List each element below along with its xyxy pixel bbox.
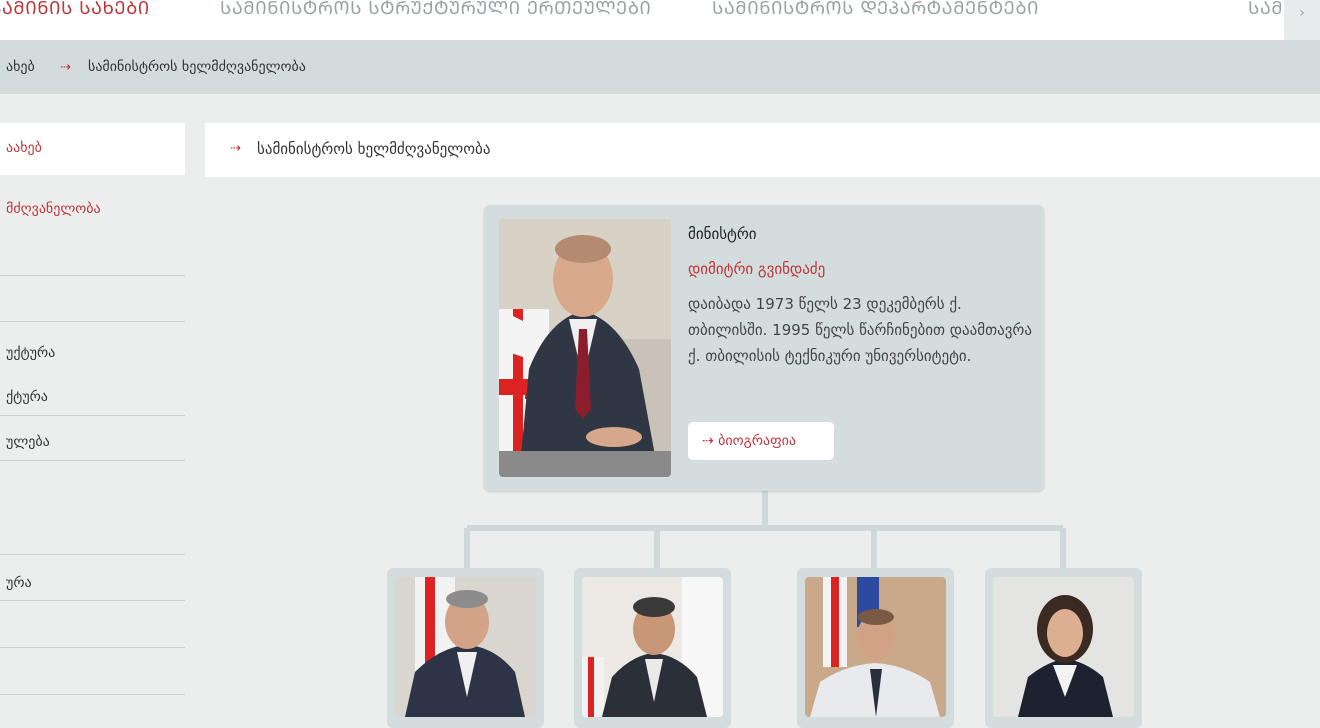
minister-role: მინისტრი: [688, 225, 757, 243]
biography-button[interactable]: ⇢ ბიოგრაფია: [688, 422, 834, 460]
sidebar-item-other[interactable]: ურა: [6, 575, 32, 591]
deputy-1-photo[interactable]: [395, 577, 536, 717]
minister-bio: დაიბადა 1973 წელს 23 დეკემბერს ქ. თბილის…: [688, 295, 1032, 365]
nav-item-departments[interactable]: ᲡᲐᲛᲘᲜᲘᲡᲢᲠᲝᲡ ᲓᲔᲞᲐᲠᲢᲐᲛᲔᲜᲢᲔᲑᲘ: [712, 0, 1039, 20]
minister-photo[interactable]: [499, 219, 671, 477]
top-navigation: ᲡᲐᲛᲘᲜᲘᲡ ᲡᲐᲮᲔᲑᲘ ᲡᲐᲛᲘᲜᲘᲡᲢᲠᲝᲡ ᲡᲢᲠᲣᲥᲢᲣᲠᲣᲚᲘ Ე…: [0, 0, 1320, 41]
sidebar-item-structure-2[interactable]: ქტურა: [6, 389, 48, 405]
sidebar-divider: [0, 600, 185, 601]
content-header: ⇢ სამინისტროს ხელმძღვანელობა: [205, 123, 1320, 177]
sidebar-divider: [0, 321, 185, 322]
sidebar-divider: [0, 554, 185, 555]
breadcrumb-item-about[interactable]: ახებ: [6, 59, 35, 75]
deputy-4-photo[interactable]: [993, 577, 1134, 717]
sidebar-item-leadership[interactable]: მძღვანელობა: [6, 201, 101, 217]
sidebar-item-regulations[interactable]: ულება: [6, 434, 50, 450]
sidebar-divider: [0, 415, 185, 416]
sidebar-divider: [0, 460, 185, 461]
page-title: სამინისტროს ხელმძღვანელობა: [257, 140, 491, 158]
sidebar-divider: [0, 694, 185, 695]
minister-name[interactable]: დიმიტრი გვინდაძე: [688, 260, 825, 278]
sidebar: აახებ მძღვანელობა უქტურა ქტურა ულება ურა: [0, 123, 185, 723]
breadcrumb: ახებ ⇢ სამინისტროს ხელმძღვანელობა: [0, 41, 1320, 94]
breadcrumb-item-leadership: სამინისტროს ხელმძღვანელობა: [88, 59, 306, 75]
arrow-icon: ⇢: [230, 141, 241, 156]
deputy-card: [797, 568, 954, 728]
chevron-right-icon[interactable]: ›: [1284, 0, 1320, 40]
deputy-card: [574, 568, 731, 728]
deputy-3-photo[interactable]: [805, 577, 946, 717]
sidebar-divider: [0, 275, 185, 276]
sidebar-header[interactable]: აახებ: [0, 123, 185, 175]
sidebar-item-structure[interactable]: უქტურა: [6, 345, 55, 361]
minister-card: მინისტრი დიმიტრი გვინდაძე დაიბადა 1973 წ…: [484, 205, 1044, 491]
nav-item-home[interactable]: ᲡᲐᲛᲘᲜᲘᲡ ᲡᲐᲮᲔᲑᲘ: [0, 0, 150, 20]
deputy-2-photo[interactable]: [582, 577, 723, 717]
breadcrumb-separator-icon: ⇢: [60, 60, 71, 75]
nav-item-structural-units[interactable]: ᲡᲐᲛᲘᲜᲘᲡᲢᲠᲝᲡ ᲡᲢᲠᲣᲥᲢᲣᲠᲣᲚᲘ ᲔᲠᲗᲔᲣᲚᲔᲑᲘ: [220, 0, 651, 20]
deputy-card: [985, 568, 1142, 728]
sidebar-divider: [0, 647, 185, 648]
sidebar-header-label: აახებ: [6, 140, 42, 156]
deputy-card: [387, 568, 544, 728]
nav-item-more[interactable]: ᲡᲐᲛ: [1248, 0, 1283, 20]
